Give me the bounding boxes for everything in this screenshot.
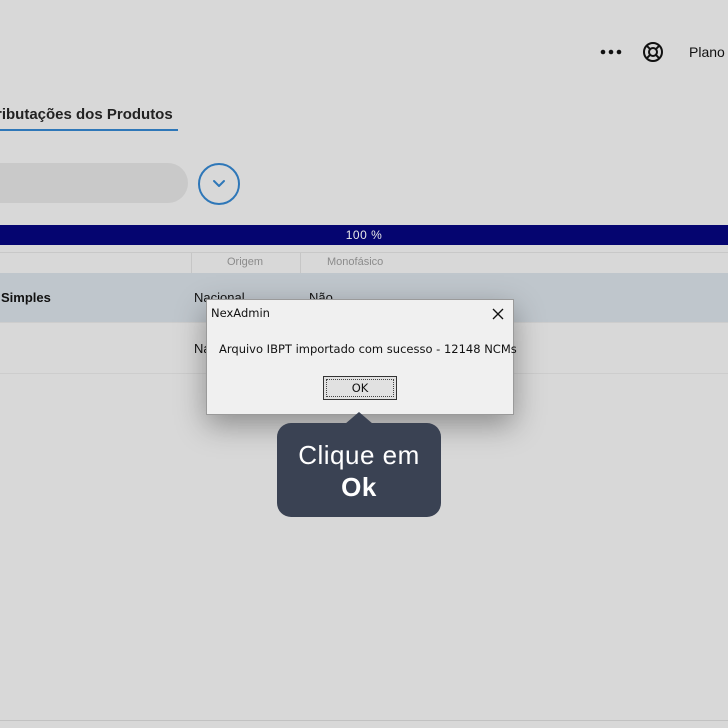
dialog-close-button[interactable] — [489, 305, 507, 323]
plan-menu[interactable]: Plano — [689, 44, 725, 60]
dialog-title: NexAdmin — [211, 306, 270, 320]
progress-label: 100 % — [345, 228, 383, 242]
import-progress-bar: 100 % — [0, 225, 728, 245]
tooltip-text: Clique em — [298, 440, 420, 470]
tab-tributacoes-produtos[interactable]: ributações dos Produtos — [0, 106, 178, 131]
tooltip-arrow — [345, 412, 373, 424]
footer-divider — [0, 720, 728, 721]
message-dialog: NexAdmin Arquivo IBPT importado com suce… — [206, 299, 517, 415]
help-button[interactable] — [641, 40, 665, 64]
more-options-button[interactable] — [597, 42, 625, 62]
tutorial-tooltip: Clique em Ok — [277, 412, 441, 517]
ok-button-label: OK — [351, 381, 369, 395]
column-divider — [300, 253, 301, 273]
table-header: Origem Monofásico — [0, 252, 728, 274]
column-header-origem[interactable]: Origem — [227, 256, 263, 268]
close-icon — [492, 308, 504, 320]
search-input[interactable] — [0, 163, 188, 203]
tooltip-emphasis: Ok — [341, 472, 377, 502]
more-horizontal-icon — [600, 49, 622, 55]
cell-regime: Simples — [1, 290, 51, 305]
ok-button[interactable]: OK — [323, 376, 397, 400]
dialog-message: Arquivo IBPT importado com sucesso - 121… — [219, 342, 517, 356]
chevron-down-icon — [213, 180, 225, 187]
lifebuoy-icon — [643, 42, 663, 62]
column-divider — [191, 253, 192, 273]
column-header-monofasico[interactable]: Monofásico — [327, 256, 383, 268]
expand-filters-button[interactable] — [198, 163, 240, 205]
